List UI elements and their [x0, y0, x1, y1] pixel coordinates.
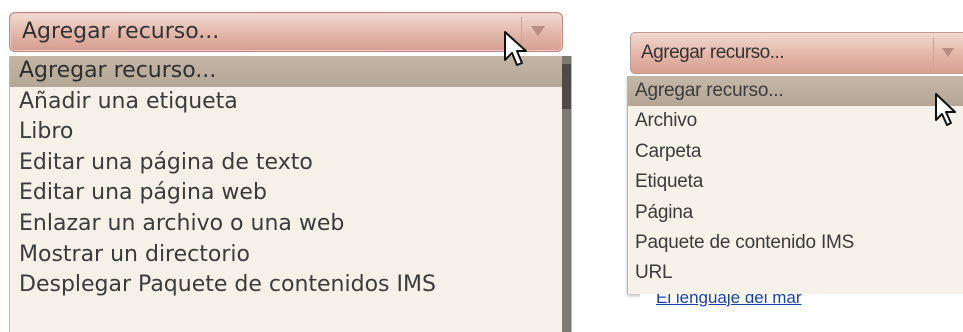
resource-options-list-large: Agregar recurso... Añadir una etiqueta L… — [9, 56, 572, 332]
option-anadir-etiqueta[interactable]: Añadir una etiqueta — [10, 87, 571, 118]
select-current-value: Agregar recurso... — [641, 42, 785, 63]
background-link[interactable]: El lenguaje del mar — [656, 294, 802, 308]
option-agregar-recurso[interactable]: Agregar recurso... — [628, 76, 963, 107]
option-enlazar-archivo-web[interactable]: Enlazar un archivo o una web — [10, 209, 571, 240]
option-editar-pagina-texto[interactable]: Editar una página de texto — [10, 148, 571, 179]
dropdown-toggle[interactable] — [933, 37, 963, 69]
list-scrollbar[interactable] — [562, 56, 571, 332]
scrollbar-thumb[interactable] — [562, 64, 571, 109]
resource-options-list-small: Agregar recurso... Archivo Carpeta Etiqu… — [627, 76, 963, 294]
resource-select-small[interactable]: Agregar recurso... — [630, 32, 963, 74]
option-editar-pagina-web[interactable]: Editar una página web — [10, 178, 571, 209]
option-desplegar-paquete-ims[interactable]: Desplegar Paquete de contenidos IMS — [10, 270, 571, 301]
option-carpeta[interactable]: Carpeta — [628, 137, 963, 167]
option-libro[interactable]: Libro — [10, 117, 571, 148]
mouse-pointer-icon — [504, 31, 527, 66]
mouse-pointer-icon — [935, 93, 956, 126]
option-mostrar-directorio[interactable]: Mostrar un directorio — [10, 240, 571, 271]
option-paquete-ims[interactable]: Paquete de contenido IMS — [628, 228, 963, 258]
option-archivo[interactable]: Archivo — [628, 106, 963, 136]
chevron-down-icon — [531, 26, 545, 36]
chevron-down-icon — [942, 48, 954, 57]
option-agregar-recurso[interactable]: Agregar recurso... — [10, 56, 571, 87]
resource-select-large[interactable]: Agregar recurso... — [9, 12, 563, 52]
select-current-value: Agregar recurso... — [22, 19, 220, 44]
option-etiqueta[interactable]: Etiqueta — [628, 167, 963, 197]
option-pagina[interactable]: Página — [628, 198, 963, 228]
option-url[interactable]: URL — [628, 258, 963, 288]
background-page-strip: El lenguaje del mar — [640, 294, 963, 308]
